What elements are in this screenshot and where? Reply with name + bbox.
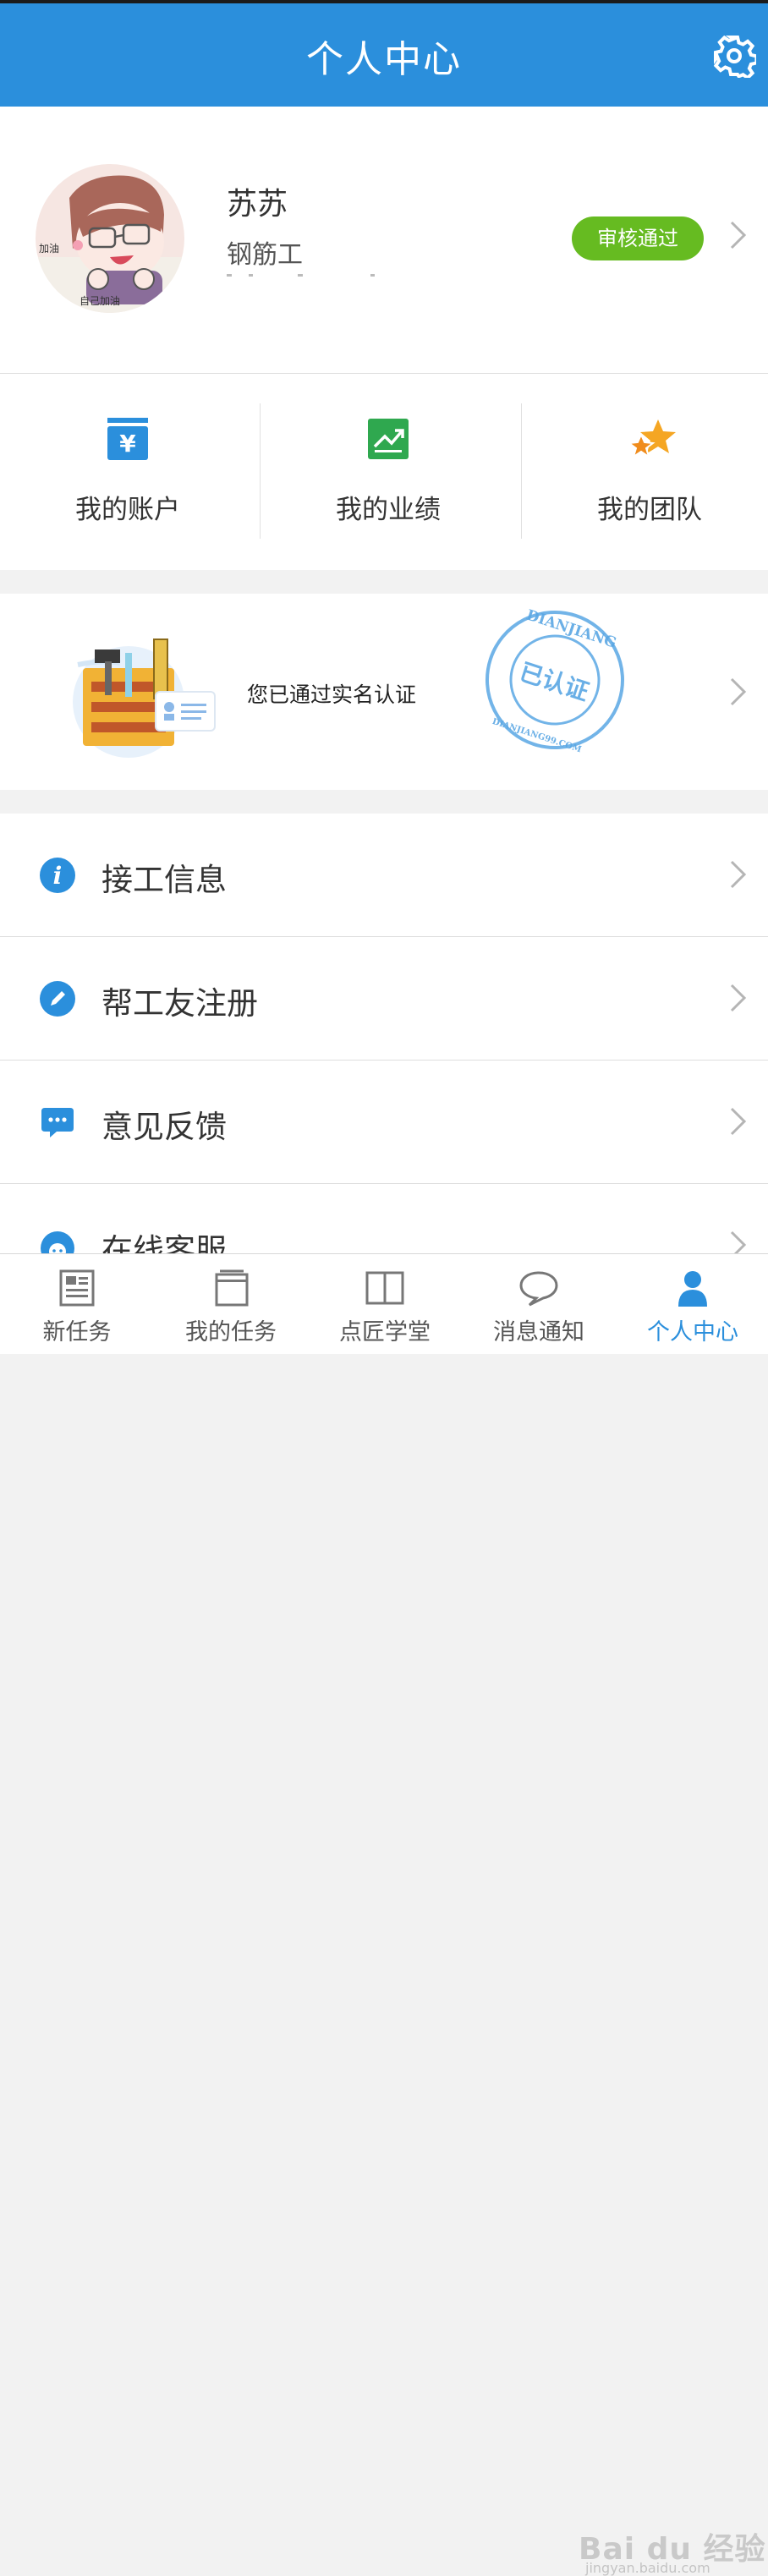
blurred-info	[227, 274, 375, 277]
nav-label: 消息通知	[493, 1319, 584, 1346]
nav-label: 点匠学堂	[339, 1319, 431, 1346]
svg-text:加油: 加油	[39, 243, 59, 255]
app-header: 个人中心	[0, 3, 768, 107]
profile-role: 钢筋工	[227, 240, 303, 270]
news-icon	[56, 1269, 98, 1307]
toolbox-illustration	[61, 631, 223, 758]
chat-icon	[40, 1104, 75, 1140]
nav-my-tasks[interactable]: 我的任务	[154, 1254, 308, 1354]
quick-menu: ¥ 我的账户 我的业绩 我的团队	[0, 374, 768, 570]
nav-new-tasks[interactable]: 新任务	[0, 1254, 154, 1354]
quick-item-label: 我的业绩	[336, 495, 441, 525]
verification-text: 您已通过实名认证	[247, 682, 417, 707]
book-icon	[364, 1269, 406, 1307]
stars-icon	[627, 418, 676, 460]
chevron-right-icon	[729, 859, 748, 890]
verified-stamp: DIANJIANG 已认证 DIANJIANG99.COM	[479, 606, 631, 754]
quick-item-label: 我的团队	[597, 495, 702, 525]
menu-item-register-workmate[interactable]: 帮工友注册	[0, 937, 768, 1061]
stamp-center-text: 已认证	[516, 658, 592, 706]
edit-icon	[40, 981, 75, 1017]
nav-academy[interactable]: 点匠学堂	[308, 1254, 462, 1354]
svg-text:¥: ¥	[119, 430, 136, 458]
person-icon	[672, 1269, 714, 1307]
profile-name: 苏苏	[227, 187, 288, 222]
profile-card[interactable]: 加油 自己加油 苏苏 钢筋工 审核通过	[0, 107, 768, 374]
bottom-nav: 新任务 我的任务 点匠学堂 消息通知 个人中心 Bai du 经验 jingya…	[0, 1253, 768, 2576]
avatar[interactable]: 加油 自己加油	[36, 164, 184, 313]
tasks-icon	[210, 1269, 252, 1307]
quick-item-label: 我的账户	[75, 495, 180, 525]
menu-list: i 接工信息 帮工友注册 意见反馈 在线客服	[0, 814, 768, 1269]
status-badge: 审核通过	[572, 216, 704, 260]
wallet-icon: ¥	[107, 418, 148, 460]
nav-messages[interactable]: 消息通知	[462, 1254, 616, 1354]
nav-profile[interactable]: 个人中心	[616, 1254, 768, 1354]
menu-item-label: 帮工友注册	[101, 985, 258, 1022]
verification-card[interactable]: 您已通过实名认证 DIANJIANG 已认证 DIANJIANG99.COM	[0, 594, 768, 790]
quick-item-performance[interactable]: 我的业绩	[261, 374, 516, 570]
menu-item-label: 意见反馈	[101, 1109, 227, 1145]
chevron-right-icon	[729, 983, 748, 1013]
chevron-right-icon	[729, 220, 748, 250]
menu-item-label: 接工信息	[101, 862, 227, 898]
nav-label: 个人中心	[647, 1319, 738, 1346]
watermark-subtext: jingyan.baidu.com	[585, 2560, 710, 2576]
menu-item-feedback[interactable]: 意见反馈	[0, 1061, 768, 1184]
chart-icon	[368, 418, 409, 460]
quick-item-account[interactable]: ¥ 我的账户	[0, 374, 255, 570]
nav-label: 新任务	[42, 1319, 112, 1346]
page-title: 个人中心	[306, 38, 462, 81]
gear-icon[interactable]	[712, 34, 759, 80]
chevron-right-icon	[729, 1106, 748, 1137]
svg-text:i: i	[53, 862, 63, 890]
info-icon: i	[40, 858, 75, 893]
nav-label: 我的任务	[185, 1319, 277, 1346]
message-icon	[518, 1269, 560, 1307]
chevron-right-icon	[729, 677, 748, 707]
menu-item-job-info[interactable]: i 接工信息	[0, 814, 768, 937]
quick-item-team[interactable]: 我的团队	[522, 374, 768, 570]
svg-text:自己加油: 自己加油	[80, 295, 120, 307]
